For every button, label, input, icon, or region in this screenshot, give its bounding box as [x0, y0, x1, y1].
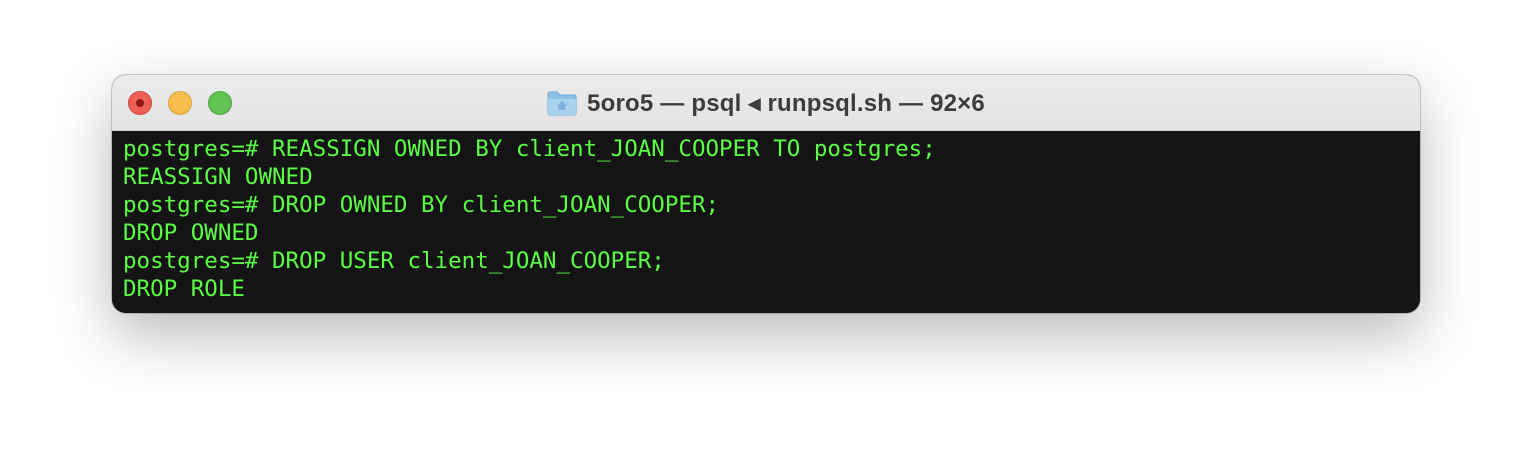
terminal-line: DROP ROLE — [123, 276, 245, 302]
window-title-text: 5oro5 — psql ◂ runpsql.sh — 92×6 — [587, 89, 985, 117]
title-bar[interactable]: 5oro5 — psql ◂ runpsql.sh — 92×6 — [112, 75, 1420, 131]
folder-home-icon — [547, 90, 577, 116]
terminal-window: 5oro5 — psql ◂ runpsql.sh — 92×6 postgre… — [112, 75, 1420, 313]
terminal-line: postgres=# DROP USER client_JOAN_COOPER; — [123, 248, 665, 274]
terminal-line: REASSIGN OWNED — [123, 164, 313, 190]
terminal-line: postgres=# DROP OWNED BY client_JOAN_COO… — [123, 192, 720, 218]
terminal-line: postgres=# REASSIGN OWNED BY client_JOAN… — [123, 136, 936, 162]
window-title: 5oro5 — psql ◂ runpsql.sh — 92×6 — [112, 75, 1420, 131]
terminal-output[interactable]: postgres=# REASSIGN OWNED BY client_JOAN… — [112, 131, 1420, 313]
terminal-line: DROP OWNED — [123, 220, 259, 246]
